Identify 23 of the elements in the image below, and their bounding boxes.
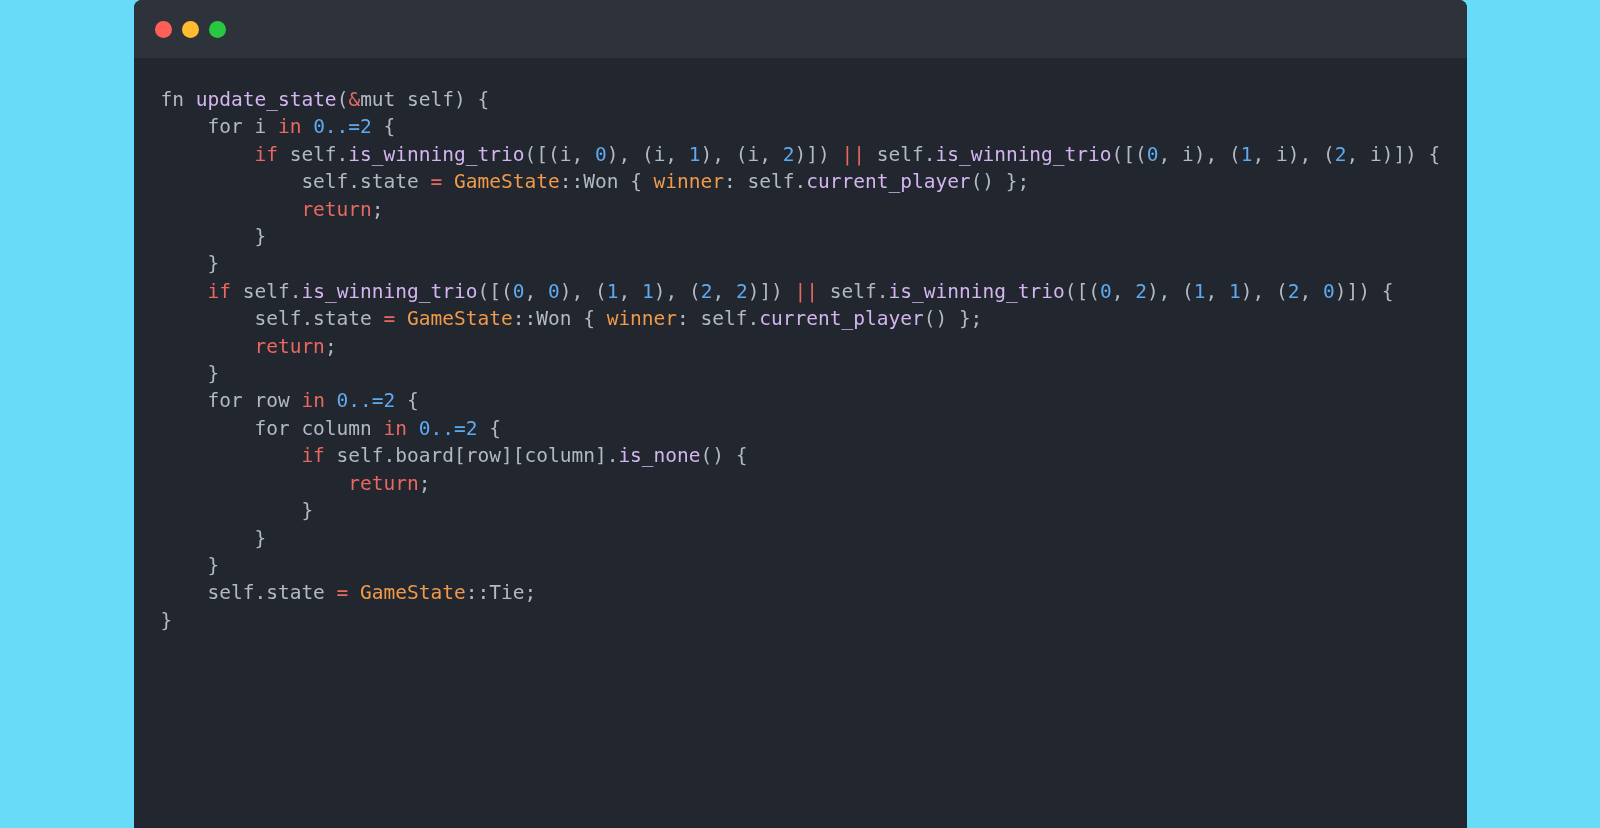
code-line: if self.is_winning_trio([(0, 0), (1, 1), (2, 2)]) || self.is_winning_trio([(0, 2), (1, 1), (2, 0)]) {	[206, 278, 1394, 305]
code-line: }	[253, 525, 267, 552]
code-line: }	[160, 607, 173, 634]
minimize-button[interactable]	[181, 20, 199, 38]
maximize-button[interactable]	[208, 20, 226, 38]
code-line: }	[206, 361, 220, 388]
code-line: fn update_state(&mut self) {	[160, 87, 490, 113]
code-line: for column in 0..=2 {	[253, 415, 501, 442]
code-line: if self.board[row][column].is_none() {	[300, 443, 748, 470]
code-line: self.state = GameState::Tie;	[206, 580, 537, 607]
code-line: self.state = GameState::Won { winner: self.current_player() };	[300, 169, 1030, 196]
close-button[interactable]	[154, 20, 172, 38]
code-line: if self.is_winning_trio([(i, 0), (i, 1), (i, 2)]) || self.is_winning_trio([(0, i), (1, i), (2, i)]) {	[253, 141, 1441, 168]
code-line: for i in 0..=2 {	[206, 114, 396, 141]
code-line: return;	[347, 470, 431, 497]
code-line: }	[253, 224, 267, 251]
code-line: self.state = GameState::Won { winner: self.current_player() };	[253, 306, 983, 333]
code-line: return;	[300, 196, 384, 223]
code-line: for row in 0..=2 {	[206, 388, 419, 415]
code-line: }	[300, 498, 314, 525]
code-line: }	[206, 251, 220, 278]
code-line: return;	[253, 333, 337, 360]
code-line: }	[206, 552, 220, 579]
